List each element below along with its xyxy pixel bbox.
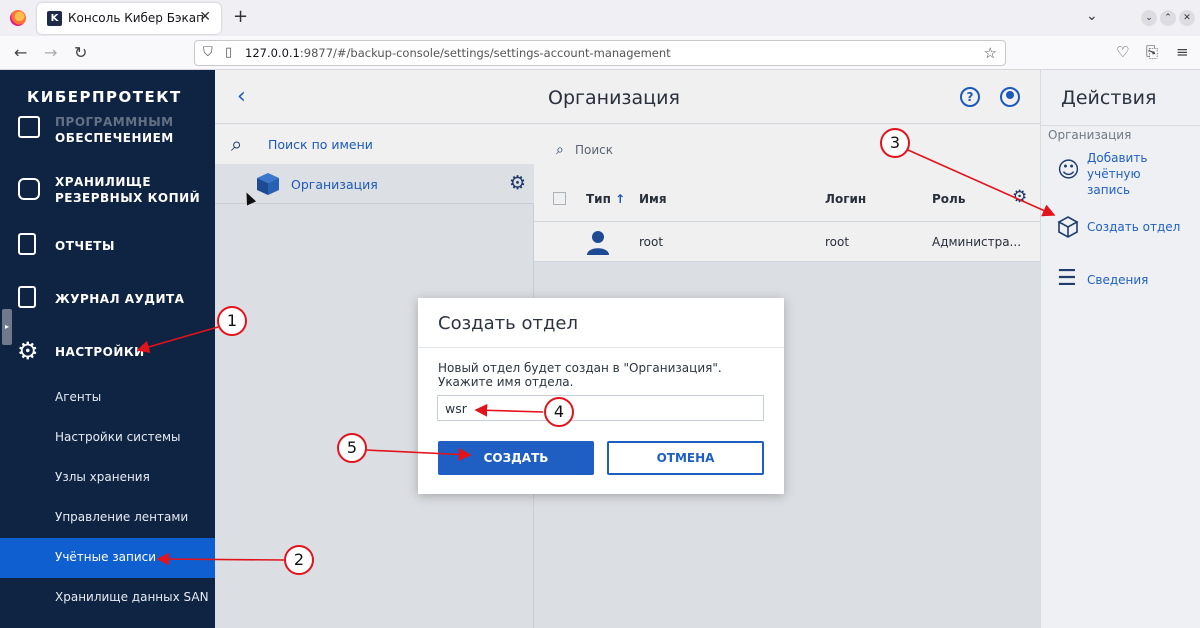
sidebar-item-software[interactable]: ПРОГРАММНЫМ ОБЕСПЕЧЕНИЕМ xyxy=(0,114,215,158)
reload-icon[interactable]: ↻ xyxy=(74,43,87,62)
cancel-button[interactable]: ОТМЕНА xyxy=(607,441,764,475)
callout-4: 4 xyxy=(544,397,574,427)
sidebar-subitem-label: Учётные записи xyxy=(55,550,157,564)
sidebar-subitem-label: Хранилище данных SAN xyxy=(55,590,209,604)
back-icon[interactable]: ← xyxy=(14,43,27,62)
sidebar-item-settings[interactable]: ⚙ НАСТРОЙКИ xyxy=(0,336,215,366)
sidebar-item-label: ЖУРНАЛ АУДИТА xyxy=(55,292,185,306)
dialog-title: Создать отдел xyxy=(438,313,578,334)
actions-panel: Действия Организация ☺ Добавить учётную за… xyxy=(1040,70,1200,628)
sidebar-subitem-label: Управление лентами xyxy=(55,510,189,524)
sidebar-item-label: НАСТРОЙКИ xyxy=(55,345,145,359)
actions-section-header: Организация xyxy=(1041,125,1200,143)
audit-log-icon xyxy=(18,286,36,308)
forward-icon[interactable]: → xyxy=(44,43,57,62)
tab-title: Консоль Кибер Бэкап xyxy=(68,11,205,25)
tab-close-icon[interactable]: ✕ xyxy=(199,9,211,25)
sidebar-subitem-accounts[interactable]: Учётные записи xyxy=(0,538,215,578)
url-host: 127.0.0.1 xyxy=(245,46,300,60)
minimize-icon[interactable]: ⌄ xyxy=(1141,10,1157,26)
tab-favicon-icon: K xyxy=(47,11,62,26)
tab-list-icon[interactable]: ⌄ xyxy=(1086,8,1098,24)
action-label: Создать отдел xyxy=(1087,220,1181,234)
sidebar-subitem-storage-nodes[interactable]: Узлы хранения xyxy=(0,458,215,498)
details-icon: ☰ xyxy=(1057,266,1077,291)
callout-3: 3 xyxy=(880,128,910,158)
gear-icon: ⚙ xyxy=(17,337,40,365)
brand-logo: КИБЕРПРОТЕКТ xyxy=(27,88,182,106)
url-path: :9877/#/backup-console/settings/settings… xyxy=(299,46,671,60)
shield-icon[interactable]: ⛉ xyxy=(203,45,213,60)
app-sidebar: КИБЕРПРОТЕКТ ПРОГРАММНЫМ ОБЕСПЕЧЕНИЕМ ХРА… xyxy=(0,70,215,628)
storage-icon xyxy=(18,178,40,200)
page-icon[interactable]: ▯ xyxy=(225,45,232,60)
dialog-header: Создать отдел xyxy=(418,298,784,348)
action-label: Добавить учётную запись xyxy=(1087,151,1148,197)
callout-1: 1 xyxy=(217,306,247,336)
software-icon xyxy=(18,116,40,138)
create-department-button[interactable]: Создать отдел xyxy=(1041,213,1200,241)
reports-icon xyxy=(18,233,36,255)
sidebar-item-label: ХРАНИЛИЩЕ РЕЗЕРВНЫХ КОПИЙ xyxy=(55,175,201,205)
sidebar-item-audit-log[interactable]: ЖУРНАЛ АУДИТА xyxy=(0,283,215,313)
maximize-icon[interactable]: ⌃ xyxy=(1160,10,1176,26)
url-bar[interactable]: ⛉ ▯ 127.0.0.1:9877/#/backup-console/sett… xyxy=(194,40,1006,66)
sidebar-subitem-tape-management[interactable]: Управление лентами xyxy=(0,498,215,538)
sidebar-subitem-label: Узлы хранения xyxy=(55,470,150,484)
menu-icon[interactable]: ≡ xyxy=(1176,43,1189,61)
cube-outline-icon xyxy=(1057,216,1079,238)
extensions-icon[interactable]: ⎘ xyxy=(1146,43,1158,61)
sidebar-subitem-label: Агенты xyxy=(55,390,102,404)
sidebar-subitem-system-settings[interactable]: Настройки системы xyxy=(0,418,215,458)
details-button[interactable]: ☰ Сведения xyxy=(1041,266,1200,294)
actions-section-label: Организация xyxy=(1048,128,1132,142)
user-add-icon: ☺ xyxy=(1057,158,1080,183)
sidebar-item-label: ОТЧЕТЫ xyxy=(55,239,115,253)
close-window-icon[interactable]: ✕ xyxy=(1179,10,1195,26)
sidebar-item-storage[interactable]: ХРАНИЛИЩЕ РЕЗЕРВНЫХ КОПИЙ xyxy=(0,170,215,214)
callout-2: 2 xyxy=(284,545,314,575)
pocket-icon[interactable]: ♡ xyxy=(1116,43,1129,61)
dialog-description: Новый отдел будет создан в "Организация"… xyxy=(438,361,722,389)
browser-tabbar: K Консоль Кибер Бэкап ✕ + ⌄ ⌄ ⌃ ✕ xyxy=(0,0,1200,36)
actions-title: Действия xyxy=(1061,87,1157,109)
new-tab-button[interactable]: + xyxy=(233,6,248,27)
sidebar-collapse-handle[interactable]: ▸ xyxy=(2,309,12,345)
create-department-dialog: Создать отдел Новый отдел будет создан в… xyxy=(418,298,784,494)
browser-navbar: ← → ↻ ⛉ ▯ 127.0.0.1:9877/#/backup-consol… xyxy=(0,36,1200,70)
sidebar-subitem-label: Настройки системы xyxy=(55,430,181,444)
add-account-button[interactable]: ☺ Добавить учётную запись xyxy=(1041,150,1200,200)
sidebar-subitem-san-storage[interactable]: Хранилище данных SAN xyxy=(0,578,215,618)
browser-tab[interactable]: K Консоль Кибер Бэкап ✕ xyxy=(37,3,221,34)
firefox-icon[interactable] xyxy=(10,10,26,26)
sidebar-item-reports[interactable]: ОТЧЕТЫ xyxy=(0,230,215,260)
callout-5: 5 xyxy=(337,433,367,463)
action-label: Сведения xyxy=(1087,273,1149,287)
department-name-input[interactable] xyxy=(437,395,764,421)
bookmark-star-icon[interactable]: ☆ xyxy=(984,44,997,62)
create-button[interactable]: СОЗДАТЬ xyxy=(438,441,594,475)
url-text[interactable]: 127.0.0.1:9877/#/backup-console/settings… xyxy=(245,46,671,60)
sidebar-item-label: ПРОГРАММНЫМ ОБЕСПЕЧЕНИЕМ xyxy=(55,115,174,145)
sidebar-subitem-agents[interactable]: Агенты xyxy=(0,378,215,418)
